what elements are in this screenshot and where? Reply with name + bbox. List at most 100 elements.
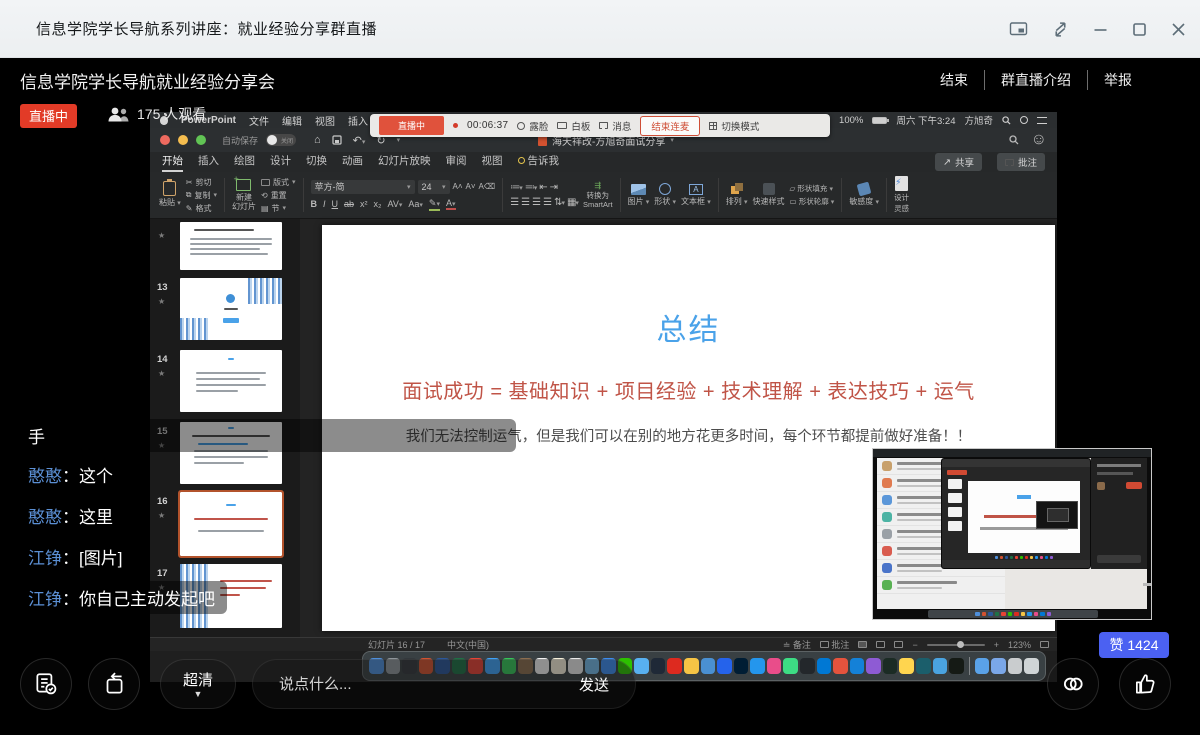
rotate-screen-icon: [101, 671, 127, 697]
font-size-select: 24▾: [418, 180, 450, 194]
share-icon: ↗: [943, 157, 951, 168]
picture-icon: [631, 184, 646, 195]
tab-tell-me: 告诉我: [518, 153, 560, 172]
dock-icon-terminal: [800, 658, 815, 674]
pip-screen-preview[interactable]: [872, 448, 1152, 620]
save-icon: [332, 135, 342, 145]
zoom-percent: 123%: [1008, 640, 1031, 650]
report-action[interactable]: 举报: [1087, 70, 1148, 90]
subscript-button: x₂: [374, 199, 382, 209]
dock-icon-pink-cube: [767, 658, 782, 674]
tab-animations: 动画: [342, 153, 363, 172]
insert-picture-button: 图片 ▾: [628, 184, 650, 207]
close-icon[interactable]: [1171, 22, 1186, 37]
menu-file: 文件: [249, 113, 269, 128]
align-right-button: ☰: [532, 197, 540, 208]
chat-username: 江铮: [28, 585, 62, 610]
columns-button: ▦▾: [567, 197, 578, 208]
switch-mode-button: 切换模式: [709, 119, 759, 133]
pip-dock-dot: [1001, 612, 1006, 617]
undo-icon: ↶▾: [353, 134, 366, 147]
rotate-screen-button[interactable]: [88, 658, 140, 710]
design-ideas-icon: [895, 176, 908, 191]
chat-message[interactable]: 憨憨：这里: [16, 499, 125, 532]
maximize-icon[interactable]: [1132, 22, 1147, 37]
chat-username: 憨憨: [28, 503, 62, 528]
convert-smartart-button: ⇶ 转换为SmartArt: [583, 181, 613, 209]
language-indicator: 中文(中国): [447, 638, 489, 651]
home-icon: ⌂: [314, 134, 321, 146]
pip-dock-dot: [1050, 556, 1054, 560]
pip-dock-dot: [1034, 612, 1039, 617]
pip-dock-dot: [1020, 556, 1024, 560]
format-painter-button: ✎ 格式: [186, 203, 217, 214]
stream-title: 信息学院学长导航就业经验分享会: [20, 68, 275, 93]
new-slide-button: 新建幻灯片: [232, 179, 256, 211]
video-quality-selector[interactable]: 超清 ▼: [160, 659, 236, 709]
chat-input[interactable]: [279, 676, 579, 693]
strikethrough-button: ab: [344, 199, 354, 209]
window-title: 信息学院学长导航系列讲座：就业经验分享群直播: [36, 18, 377, 39]
recbar-face-button: 露脸: [517, 119, 548, 133]
quick-styles-icon: [763, 183, 775, 195]
linked-rings-icon: [1060, 671, 1086, 697]
arrange-button: 排列 ▾: [726, 183, 748, 207]
chat-message[interactable]: 江铮：你自己主动发起吧: [16, 581, 227, 614]
live-status-badge: 直播中: [20, 104, 77, 128]
lightbulb-icon: [518, 157, 525, 164]
dock-icon-divider: [969, 657, 970, 675]
pip-thumbnails: [946, 479, 964, 557]
pip-mac-dock: [928, 610, 1098, 618]
comments-button: 批注: [997, 153, 1045, 171]
like-button[interactable]: [1119, 658, 1171, 710]
send-button[interactable]: 发送: [579, 674, 609, 695]
pip-live-badge: [947, 470, 967, 475]
star-icon: ★: [158, 511, 165, 520]
indent-decrease-button: ⇤: [539, 182, 546, 193]
popout-window-icon[interactable]: [1009, 21, 1028, 37]
menubar-username: 方旭奇: [964, 113, 993, 127]
siri-icon: [1020, 116, 1028, 124]
sensitivity-button: 敏感度 ▾: [849, 183, 879, 207]
pip-dock-dot: [1010, 556, 1014, 560]
chat-composer: 发送: [252, 659, 636, 709]
viewers-icon: [106, 106, 130, 123]
align-left-button: ☰: [510, 197, 518, 208]
quiz-survey-button[interactable]: [20, 658, 72, 710]
dock-icon-qq-music: [684, 658, 699, 674]
dock-icon-pycharm: [883, 658, 898, 674]
mac-minimize-light: [178, 135, 188, 145]
toolbar-more-icon: ▾: [397, 136, 401, 144]
textbox-icon: A: [689, 184, 703, 195]
ppt-status-bar: 幻灯片 16 / 17 中文(中国) ≐ 备注 批注 − + 123%: [150, 637, 1057, 651]
chat-message[interactable]: 手: [16, 419, 516, 452]
pip-dock-dot: [975, 612, 980, 617]
stream-intro-action[interactable]: 群直播介绍: [984, 70, 1087, 90]
thumb-number: 17: [157, 568, 168, 579]
grow-font-button: A˄: [453, 182, 463, 191]
change-case-button: Aa▾: [408, 199, 423, 209]
fullscreen-expand-icon[interactable]: [1052, 21, 1069, 38]
cut-button: ✂ 剪切: [186, 177, 217, 188]
clipboard-icon: [163, 181, 176, 196]
dock-icon-purple-star: [866, 658, 881, 674]
dock-icon-mountains: [933, 658, 948, 674]
chat-message[interactable]: 江铮：[图片]: [16, 540, 134, 573]
sensitivity-icon: [857, 182, 872, 197]
justify-button: ☰: [543, 197, 551, 208]
end-link-mic-button: 结束连麦: [640, 116, 700, 136]
window-titlebar: 信息学院学长导航系列讲座：就业经验分享群直播: [0, 0, 1200, 58]
minimize-icon[interactable]: [1093, 22, 1108, 37]
quick-styles-button: 快速样式: [753, 183, 785, 207]
font-color-button: A▾: [446, 198, 456, 210]
paste-button: 粘贴 ▾: [159, 181, 181, 208]
pip-dock-dot: [1005, 556, 1009, 560]
slide-thumbnail-16-selected: [180, 492, 282, 556]
connect-rings-button[interactable]: [1047, 658, 1099, 710]
zoom-out-button: −: [912, 640, 917, 650]
end-stream-action[interactable]: 结束: [924, 70, 984, 90]
tab-insert: 插入: [198, 153, 219, 172]
pip-dock-dot: [1030, 556, 1034, 560]
dock-icon-netease-music: [667, 658, 682, 674]
chat-message[interactable]: 憨憨：这个: [16, 458, 125, 491]
